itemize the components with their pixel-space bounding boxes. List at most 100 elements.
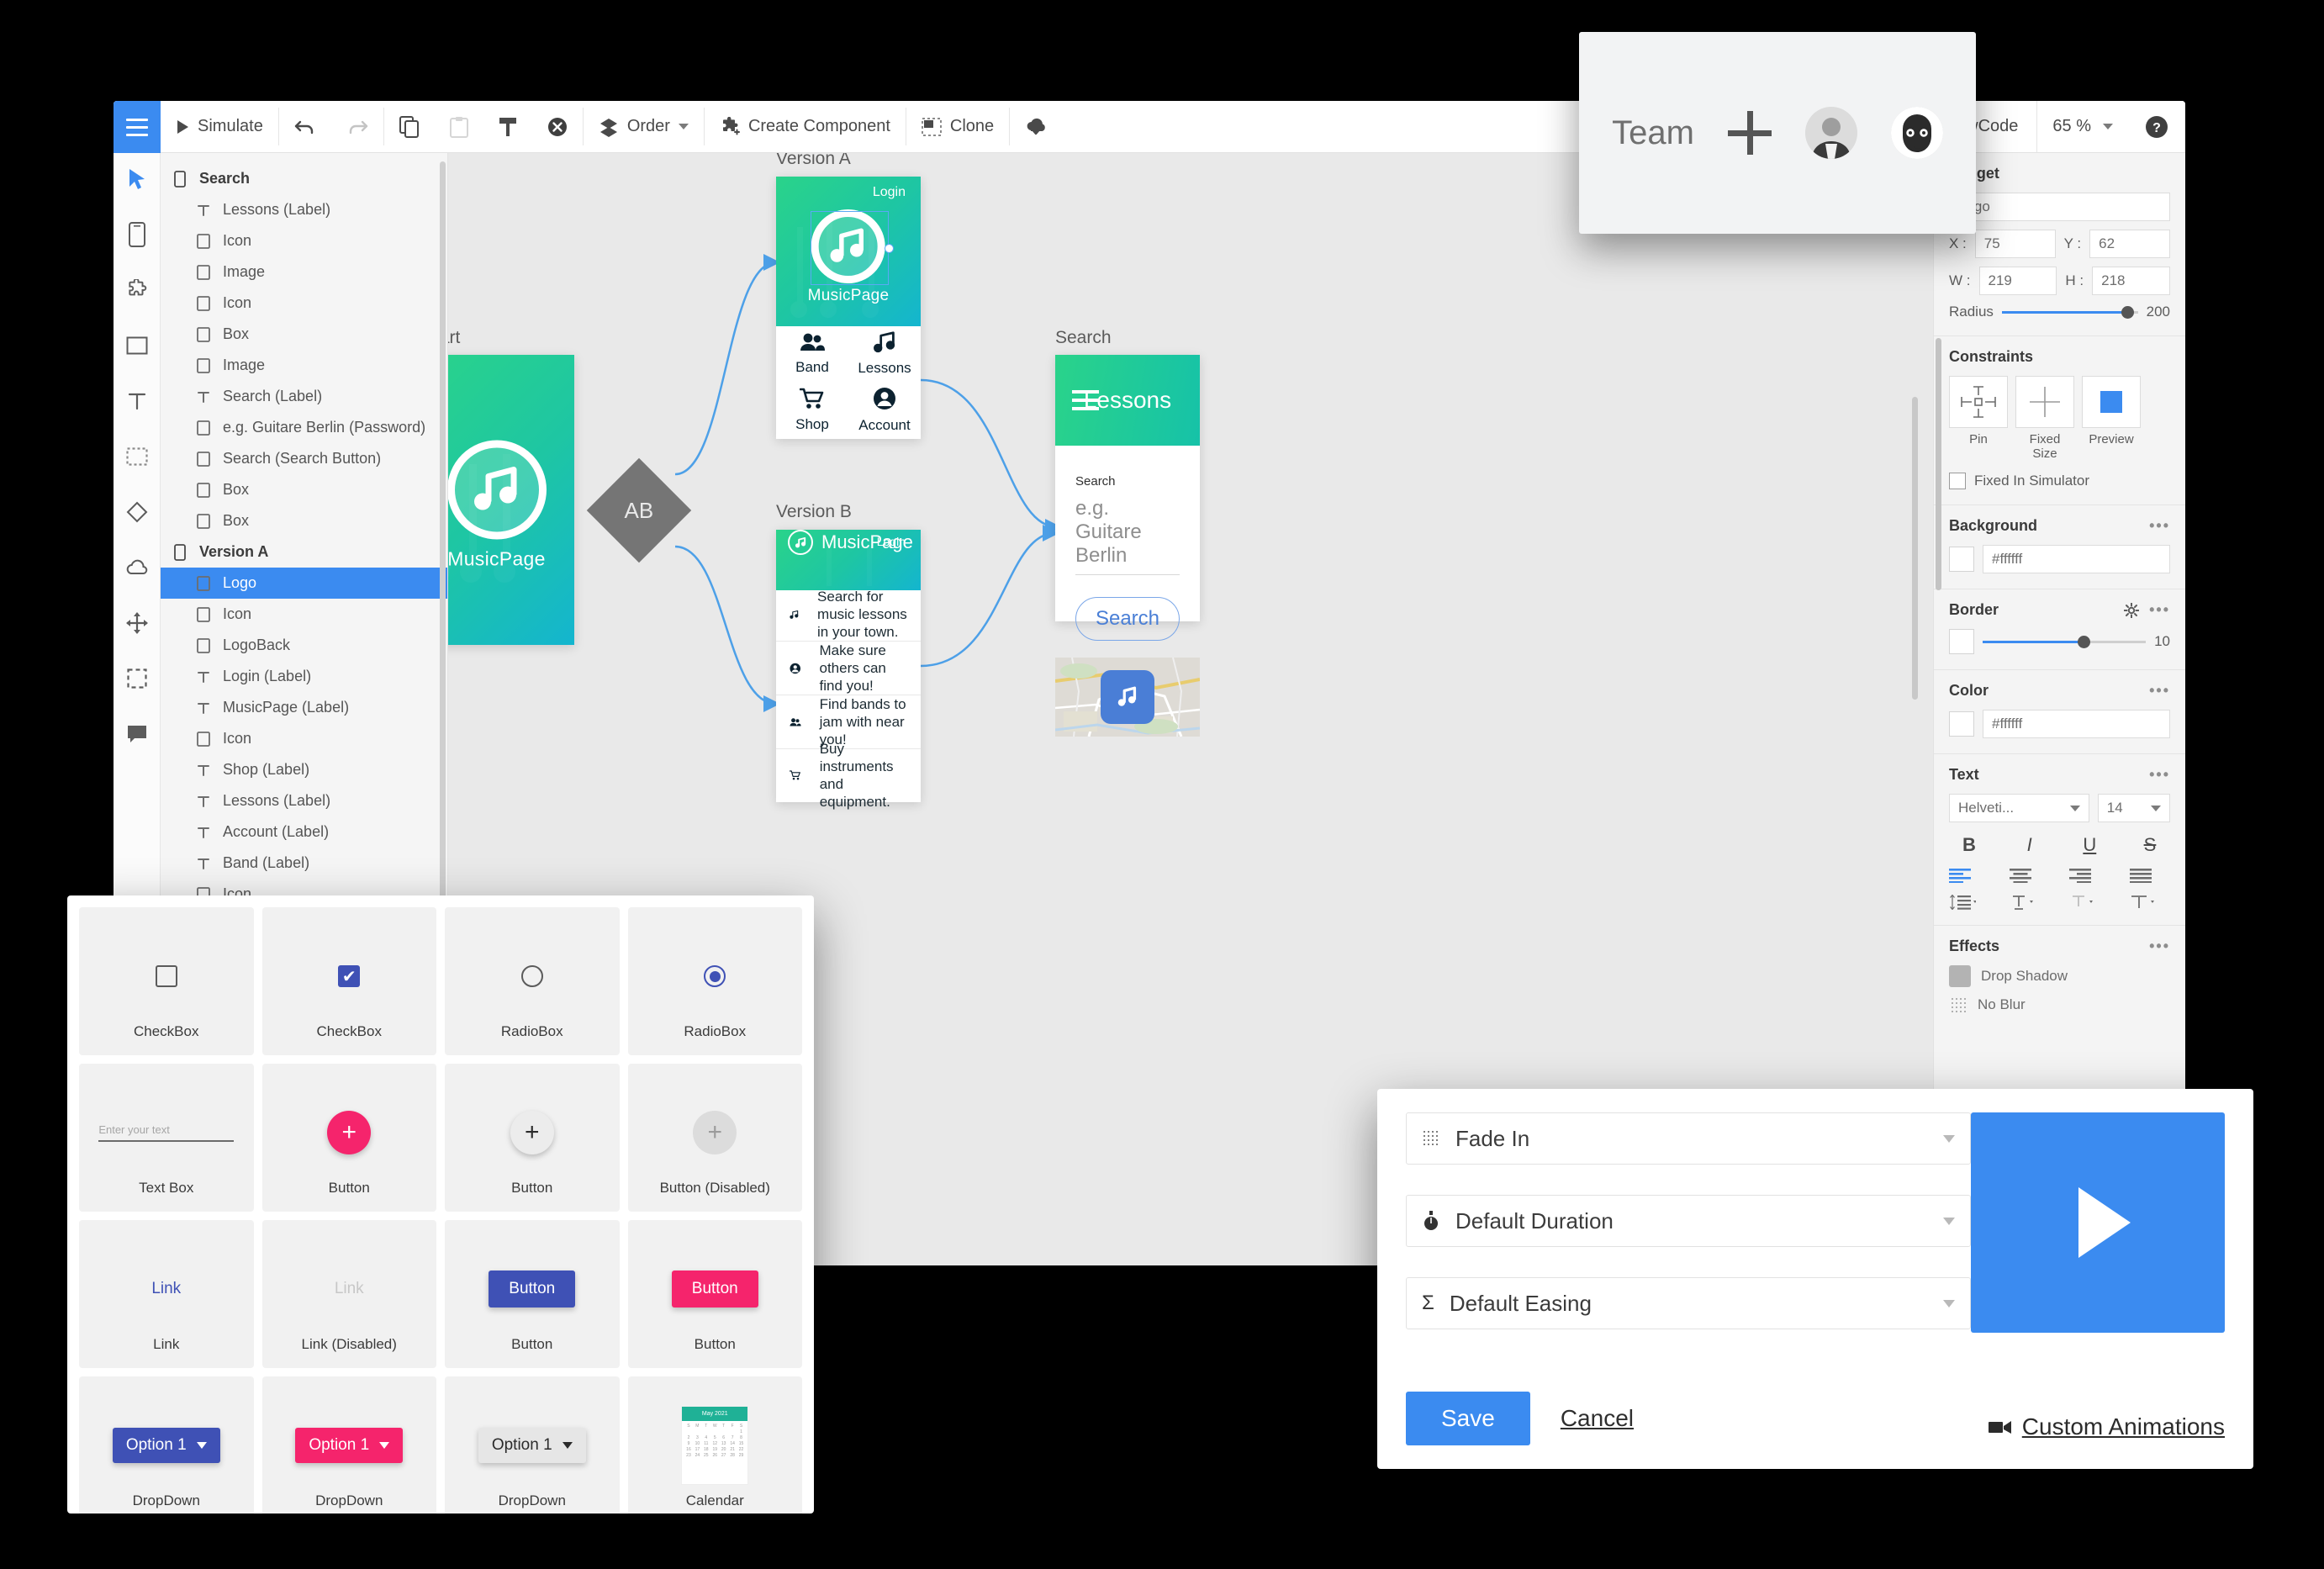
- version-a-screen[interactable]: Login MusicPage Band Lessons Shop Accoun…: [776, 177, 921, 439]
- version-b-login[interactable]: Login: [877, 535, 906, 548]
- simulate-button[interactable]: Simulate: [161, 101, 278, 152]
- layer-item[interactable]: Login (Label): [161, 661, 447, 692]
- layer-item[interactable]: Box: [161, 319, 447, 350]
- menu-icon[interactable]: [1072, 390, 1099, 410]
- text-tool-icon[interactable]: [123, 387, 151, 415]
- diamond-tool-icon[interactable]: [123, 498, 151, 526]
- font-family-select[interactable]: Helveti...: [1949, 794, 2089, 822]
- layer-item[interactable]: Icon: [161, 599, 447, 630]
- effect-select[interactable]: Fade In: [1406, 1112, 1971, 1165]
- tile-shop[interactable]: Shop: [776, 382, 848, 439]
- underline-button[interactable]: U: [2069, 834, 2110, 856]
- preview-control[interactable]: [2082, 376, 2141, 428]
- layer-item[interactable]: e.g. Guitare Berlin (Password): [161, 412, 447, 443]
- tile-account[interactable]: Account: [848, 382, 921, 439]
- help-button[interactable]: ?: [2128, 115, 2185, 139]
- search-screen[interactable]: Lessons Search e.g. Guitare Berlin Searc…: [1055, 355, 1200, 737]
- layer-item[interactable]: LogoBack: [161, 630, 447, 661]
- layer-group[interactable]: Search: [161, 163, 447, 194]
- selection-handle[interactable]: [885, 244, 894, 253]
- palette-item-radio-empty[interactable]: RadioBox: [445, 907, 620, 1055]
- palette-item-fab-pink[interactable]: + Button: [261, 1064, 436, 1212]
- italic-button[interactable]: I: [2010, 834, 2050, 856]
- search-input[interactable]: e.g. Guitare Berlin: [1075, 497, 1180, 575]
- layer-item[interactable]: Icon: [161, 288, 447, 319]
- palette-item-calendar[interactable]: May 2021 SMTWTFS 1 2345678 9 10 11 12 13 14 15…: [627, 1376, 802, 1514]
- color-hex-input[interactable]: #ffffff: [1983, 710, 2170, 738]
- tile-lessons[interactable]: Lessons: [848, 326, 921, 382]
- duration-select[interactable]: Default Duration: [1406, 1195, 1971, 1247]
- border-swatch[interactable]: [1949, 629, 1974, 654]
- move-tool-icon[interactable]: [123, 609, 151, 637]
- easing-select[interactable]: Σ Default Easing: [1406, 1277, 1971, 1329]
- layer-item[interactable]: Box: [161, 505, 447, 536]
- layer-group[interactable]: Version A: [161, 536, 447, 568]
- fixed-in-simulator-checkbox[interactable]: [1949, 473, 1966, 489]
- fixed-in-simulator-row[interactable]: Fixed In Simulator: [1949, 473, 2170, 489]
- selection-tool-icon[interactable]: [123, 442, 151, 471]
- layer-item[interactable]: Image: [161, 350, 447, 381]
- list-item[interactable]: Search for music lessons in your town.: [776, 588, 921, 642]
- layer-item[interactable]: Icon: [161, 225, 447, 256]
- canvas-scrollbar[interactable]: [1912, 397, 1918, 700]
- layer-item[interactable]: Band (Label): [161, 848, 447, 879]
- text-top-align-button[interactable]: [2130, 895, 2170, 910]
- create-component-button[interactable]: Create Component: [705, 101, 906, 152]
- layer-item[interactable]: Box: [161, 474, 447, 505]
- layer-item[interactable]: Lessons (Label): [161, 785, 447, 816]
- radius-slider[interactable]: [2001, 305, 2138, 319]
- color-swatch[interactable]: [1949, 711, 1974, 737]
- redo-button[interactable]: [331, 101, 383, 152]
- align-left-button[interactable]: [1949, 868, 1989, 883]
- layer-item[interactable]: Search (Search Button): [161, 443, 447, 474]
- palette-item-fab-grey[interactable]: + Button: [445, 1064, 620, 1212]
- layer-item[interactable]: Search (Label): [161, 381, 447, 412]
- list-item[interactable]: Make sure others can find you!: [776, 642, 921, 695]
- y-input[interactable]: 62: [2089, 230, 2170, 258]
- add-team-member-button[interactable]: [1727, 111, 1772, 155]
- clear-format-button[interactable]: [532, 101, 583, 152]
- menu-icon[interactable]: [114, 101, 161, 153]
- ab-test-node[interactable]: AB: [586, 457, 692, 563]
- align-right-button[interactable]: [2069, 868, 2110, 883]
- palette-item-checkbox-checked[interactable]: ✔ CheckBox: [261, 907, 436, 1055]
- paste-button[interactable]: [435, 101, 483, 152]
- tile-band[interactable]: Band: [776, 326, 848, 382]
- team-avatar-2[interactable]: [1890, 107, 1943, 159]
- border-menu-icon[interactable]: •••: [2149, 601, 2170, 619]
- map-pin[interactable]: [1101, 670, 1154, 724]
- copy-button[interactable]: [384, 101, 435, 152]
- download-button[interactable]: [1010, 101, 1062, 152]
- align-center-button[interactable]: [2009, 868, 2050, 883]
- palette-item-link-disabled[interactable]: Link Link (Disabled): [261, 1220, 436, 1368]
- palette-item-fab-disabled[interactable]: + Button (Disabled): [627, 1064, 802, 1212]
- palette-item-checkbox-empty[interactable]: CheckBox: [79, 907, 254, 1055]
- blur-row[interactable]: No Blur: [1949, 996, 2170, 1014]
- component-tool-icon[interactable]: [123, 276, 151, 304]
- palette-item-textbox[interactable]: Enter your text Text Box: [79, 1064, 254, 1212]
- palette-item-button-pink[interactable]: Button Button: [627, 1220, 802, 1368]
- list-item[interactable]: Buy instruments and equipment.: [776, 741, 921, 810]
- color-menu-icon[interactable]: •••: [2149, 682, 2170, 700]
- layer-item[interactable]: Shop (Label): [161, 754, 447, 785]
- w-input[interactable]: 219: [1978, 267, 2057, 295]
- team-avatar-1[interactable]: [1804, 107, 1857, 159]
- background-hex-input[interactable]: #ffffff: [1983, 545, 2170, 573]
- map-thumbnail[interactable]: [1055, 658, 1200, 737]
- background-menu-icon[interactable]: •••: [2149, 517, 2170, 535]
- h-input[interactable]: 218: [2092, 267, 2171, 295]
- clone-button[interactable]: Clone: [906, 101, 1009, 152]
- effects-menu-icon[interactable]: •••: [2149, 938, 2170, 955]
- border-slider[interactable]: [1983, 635, 2147, 648]
- device-tool-icon[interactable]: [123, 220, 151, 249]
- gear-icon[interactable]: [2124, 602, 2140, 618]
- undo-button[interactable]: [279, 101, 331, 152]
- cursor-tool-icon[interactable]: [123, 165, 151, 193]
- background-swatch[interactable]: [1949, 547, 1974, 572]
- layer-item[interactable]: Lessons (Label): [161, 194, 447, 225]
- properties-scrollbar[interactable]: [1936, 338, 1941, 590]
- palette-item-dropdown-pink[interactable]: Option 1 DropDown: [261, 1376, 436, 1514]
- palette-item-dropdown-blue[interactable]: Option 1 DropDown: [79, 1376, 254, 1514]
- comment-tool-icon[interactable]: [123, 720, 151, 748]
- palette-item-button-blue[interactable]: Button Button: [445, 1220, 620, 1368]
